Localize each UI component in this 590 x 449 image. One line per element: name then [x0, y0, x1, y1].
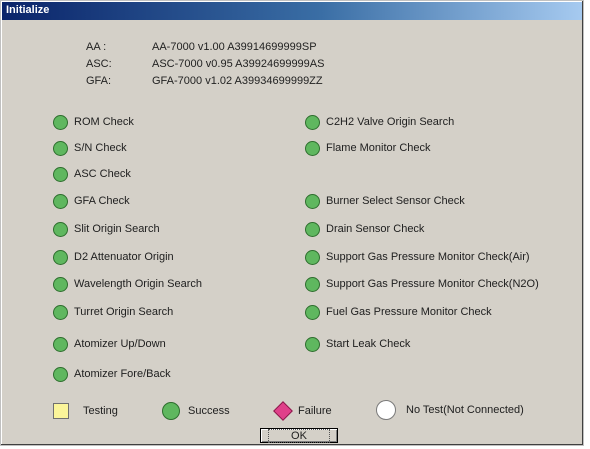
check-item-asc: ASC Check [53, 165, 131, 183]
check-label: D2 Attenuator Origin [74, 251, 174, 263]
no-test-circle-icon [376, 400, 396, 420]
legend-label: Success [188, 405, 230, 417]
version-key-aa: AA : [86, 41, 107, 53]
check-label: Support Gas Pressure Monitor Check(N2O) [326, 278, 539, 290]
check-item-d2-attenuator: D2 Attenuator Origin [53, 248, 174, 266]
legend-label: Testing [83, 405, 118, 417]
success-status-icon [53, 114, 68, 130]
check-item-rom: ROM Check [53, 113, 134, 131]
success-status-icon [305, 221, 320, 237]
check-item-c2h2-valve: C2H2 Valve Origin Search [305, 113, 454, 131]
success-status-icon [53, 336, 68, 352]
check-label: Support Gas Pressure Monitor Check(Air) [326, 251, 530, 263]
success-status-icon [305, 114, 320, 130]
check-label: Burner Select Sensor Check [326, 195, 465, 207]
success-status-icon [53, 221, 68, 237]
legend-success: Success [162, 401, 230, 421]
check-item-support-gas-n2o: Support Gas Pressure Monitor Check(N2O) [305, 275, 539, 293]
failure-diamond-icon [273, 401, 293, 421]
ok-button[interactable]: OK [260, 428, 338, 443]
success-status-icon [305, 193, 320, 209]
success-status-icon [305, 336, 320, 352]
check-label: Slit Origin Search [74, 223, 160, 235]
check-label: GFA Check [74, 195, 130, 207]
window-title: Initialize [6, 4, 50, 16]
success-circle-icon [162, 402, 180, 420]
testing-square-icon [53, 403, 69, 419]
check-label: C2H2 Valve Origin Search [326, 116, 455, 128]
success-status-icon [53, 140, 68, 156]
success-status-icon [53, 304, 68, 320]
check-label: Fuel Gas Pressure Monitor Check [326, 306, 492, 318]
check-label: Atomizer Up/Down [74, 338, 166, 350]
check-item-support-gas-air: Support Gas Pressure Monitor Check(Air) [305, 248, 530, 266]
check-label: Flame Monitor Check [326, 142, 431, 154]
check-label: Atomizer Fore/Back [74, 368, 171, 380]
version-value-gfa: GFA-7000 v1.02 A39934699999ZZ [152, 75, 323, 87]
success-status-icon [305, 140, 320, 156]
legend-no-test: No Test(Not Connected) [376, 400, 524, 420]
check-item-burner-select: Burner Select Sensor Check [305, 192, 465, 210]
check-item-fuel-gas: Fuel Gas Pressure Monitor Check [305, 303, 492, 321]
check-label: Drain Sensor Check [326, 223, 425, 235]
check-item-sn: S/N Check [53, 139, 127, 157]
success-status-icon [53, 193, 68, 209]
check-label: Turret Origin Search [74, 306, 174, 318]
ok-button-label: OK [268, 428, 330, 443]
check-item-flame-monitor: Flame Monitor Check [305, 139, 431, 157]
check-item-start-leak: Start Leak Check [305, 335, 410, 353]
success-status-icon [305, 249, 320, 265]
check-label: Start Leak Check [326, 338, 411, 350]
check-label: Wavelength Origin Search [74, 278, 202, 290]
check-label: S/N Check [74, 142, 127, 154]
check-label: ROM Check [74, 116, 134, 128]
success-status-icon [305, 276, 320, 292]
check-item-wavelength-origin: Wavelength Origin Search [53, 275, 202, 293]
version-key-gfa: GFA: [86, 75, 112, 87]
version-value-aa: AA-7000 v1.00 A39914699999SP [152, 41, 317, 53]
check-item-atomizer-updown: Atomizer Up/Down [53, 335, 166, 353]
check-item-atomizer-foreback: Atomizer Fore/Back [53, 365, 171, 383]
legend-failure: Failure [272, 401, 332, 421]
success-status-icon [305, 304, 320, 320]
check-item-gfa: GFA Check [53, 192, 130, 210]
success-status-icon [53, 276, 68, 292]
success-status-icon [53, 249, 68, 265]
check-item-slit-origin: Slit Origin Search [53, 220, 160, 238]
initialize-dialog: Initialize AA : AA-7000 v1.00 A399146999… [0, 0, 584, 446]
check-label: ASC Check [74, 168, 131, 180]
title-bar[interactable]: Initialize [2, 2, 582, 20]
check-item-drain-sensor: Drain Sensor Check [305, 220, 424, 238]
check-item-turret-origin: Turret Origin Search [53, 303, 173, 321]
success-status-icon [53, 366, 68, 382]
version-key-asc: ASC: [86, 58, 112, 70]
legend-label: Failure [298, 405, 332, 417]
version-value-asc: ASC-7000 v0.95 A39924699999AS [152, 58, 325, 70]
legend-testing: Testing [53, 401, 118, 421]
success-status-icon [53, 166, 68, 182]
legend-label: No Test(Not Connected) [406, 404, 524, 416]
